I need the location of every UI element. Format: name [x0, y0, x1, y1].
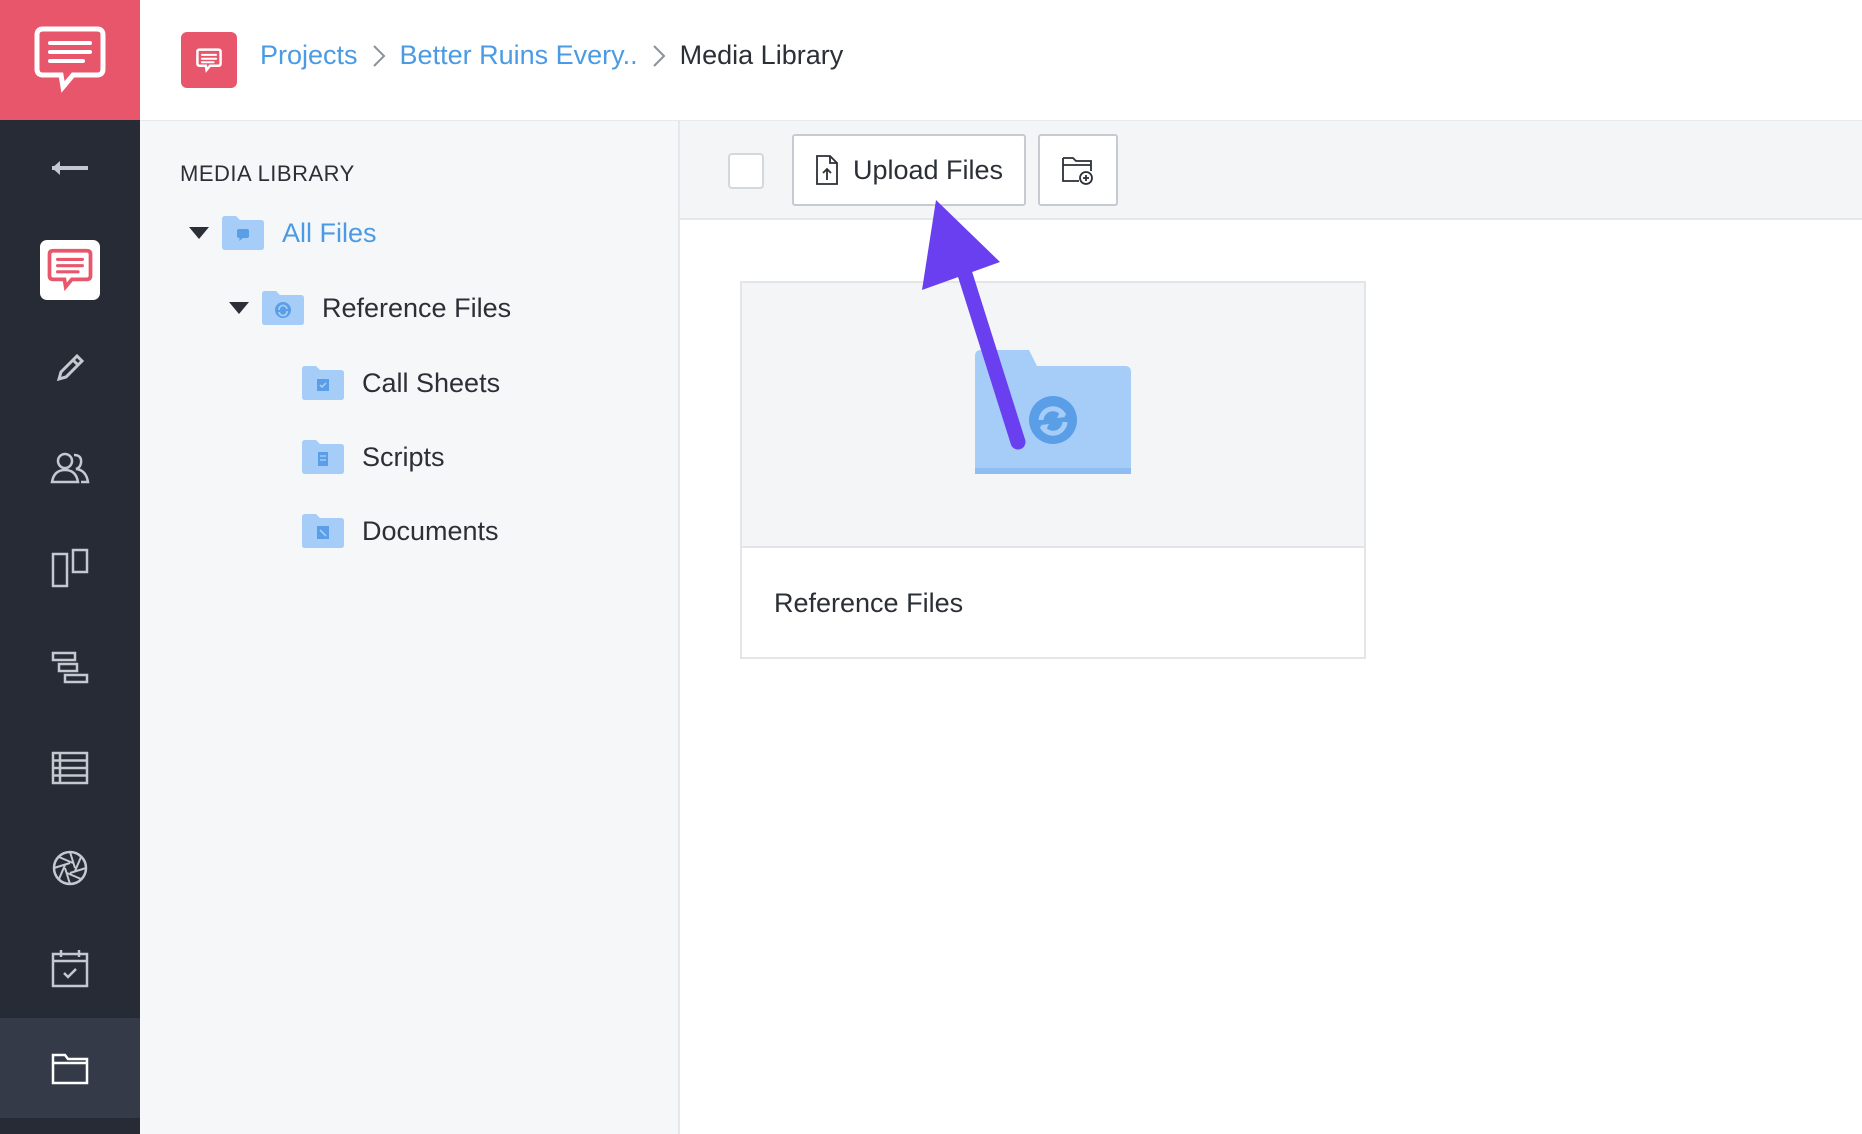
tree-item-label: All Files — [282, 217, 377, 248]
shots-nav-button[interactable] — [0, 818, 140, 918]
list-icon — [51, 751, 89, 785]
annotation-arrow-icon — [922, 200, 1026, 450]
schedule-nav-button[interactable] — [0, 618, 140, 718]
tree-item-all-files[interactable]: All Files — [188, 216, 377, 250]
tree-item-label: Reference Files — [322, 292, 512, 323]
breadcrumb: Projects Better Ruins Every.. Media Libr… — [260, 40, 843, 71]
chevron-right-icon — [372, 44, 386, 68]
folder-script-icon — [302, 440, 344, 474]
arrow-left-icon — [52, 161, 88, 175]
chat-logo-icon — [34, 26, 106, 93]
media-library-nav-button[interactable] — [0, 1018, 140, 1118]
board-icon — [51, 548, 89, 588]
tree-item-documents[interactable]: Documents — [302, 514, 499, 548]
gantt-icon — [51, 651, 89, 684]
caret-down-icon[interactable] — [188, 226, 210, 240]
folder-chat-icon — [222, 216, 264, 250]
aperture-icon — [52, 850, 88, 886]
breadcrumb-projects-link[interactable]: Projects — [260, 40, 358, 71]
tree-item-label: Call Sheets — [362, 367, 501, 398]
folder-card-name: Reference Files — [774, 588, 964, 618]
tree-item-reference-files[interactable]: Reference Files — [228, 291, 511, 325]
calendar-nav-button[interactable] — [0, 918, 140, 1018]
folder-plus-icon — [1062, 157, 1093, 185]
caret-down-icon[interactable] — [228, 301, 250, 315]
write-nav-button[interactable] — [0, 318, 140, 418]
board-nav-button[interactable] — [0, 518, 140, 618]
chat-logo-icon — [47, 248, 93, 292]
chevron-right-icon — [652, 44, 666, 68]
breadcrumb-current: Media Library — [679, 40, 844, 70]
select-all-checkbox[interactable] — [728, 153, 764, 189]
folder-document-icon — [302, 514, 344, 548]
panel-title: MEDIA LIBRARY — [180, 161, 355, 186]
list-nav-button[interactable] — [0, 718, 140, 818]
people-nav-button[interactable] — [0, 418, 140, 518]
tree-item-call-sheets[interactable]: Call Sheets — [302, 366, 500, 400]
upload-files-label: Upload Files — [852, 154, 1004, 185]
breadcrumb-project-link[interactable]: Better Ruins Every.. — [400, 40, 638, 71]
calendar-check-icon — [51, 950, 89, 988]
project-avatar[interactable] — [181, 32, 237, 88]
file-toolbar: Upload Files — [680, 121, 1862, 220]
project-home-button[interactable] — [0, 220, 140, 320]
pencil-icon — [56, 353, 85, 382]
folder-sync-icon — [262, 291, 304, 325]
tree-item-scripts[interactable]: Scripts — [302, 440, 445, 474]
folder-tree-panel: MEDIA LIBRARY All Files Reference Files — [140, 121, 680, 1134]
users-icon — [50, 452, 90, 484]
tree-item-label: Scripts — [362, 441, 445, 472]
app-logo[interactable] — [0, 0, 140, 120]
file-upload-icon — [816, 155, 838, 185]
folder-icon — [51, 1053, 89, 1085]
tree-item-label: Documents — [362, 515, 499, 546]
page-header: Projects Better Ruins Every.. Media Libr… — [140, 0, 1862, 121]
app-sidebar — [0, 0, 140, 1134]
chat-logo-icon — [196, 47, 222, 73]
folder-check-icon — [302, 366, 344, 400]
back-button[interactable] — [0, 118, 140, 218]
